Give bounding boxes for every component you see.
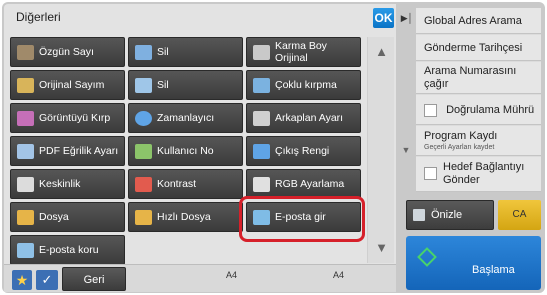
function-label: Kontrast (157, 178, 197, 190)
function-scrollbar[interactable]: ▲ ▼ (367, 37, 394, 263)
start-diamond-icon (417, 247, 437, 267)
function-quick-file-button[interactable]: Hızlı Dosya (128, 202, 243, 232)
function-label: Kullanıcı No (157, 145, 214, 157)
function-rgb-adjust-button[interactable]: RGB Ayarlama (246, 169, 361, 199)
start-label: Başlama (472, 264, 515, 276)
right-scroll-down-icon[interactable]: ▼ (398, 140, 414, 160)
user-number-icon (135, 143, 152, 159)
original-scan-icon (17, 77, 34, 93)
pdf-skew-icon (17, 143, 34, 159)
output-color-icon (253, 143, 270, 159)
paper-size-right: A4 (333, 270, 345, 280)
original-count-icon (17, 44, 34, 60)
function-contrast-button[interactable]: Kontrast (128, 169, 243, 199)
function-image-crop-button[interactable]: Görüntüyü Kırp (10, 103, 125, 133)
paper-status-area (179, 264, 379, 293)
background-icon (253, 110, 270, 126)
function-label: Sil (157, 46, 169, 58)
action-label: Arama Numarasını çağır (424, 65, 517, 90)
timer-icon (135, 110, 152, 126)
function-output-color-button[interactable]: Çıkış Rengi (246, 136, 361, 166)
image-crop-icon (17, 110, 34, 126)
checkmark-icon[interactable]: ✓ (36, 270, 58, 290)
device-screen: Diğerleri OK Özgün Sayı Sil Karma Boy Or… (2, 2, 545, 293)
folder-icon (17, 209, 34, 225)
function-label: Keskinlik (39, 178, 81, 190)
action-label: Global Adres Arama (424, 15, 522, 27)
function-folder-button[interactable]: Dosya (10, 202, 125, 232)
function-sharpness-button[interactable]: Keskinlik (10, 169, 125, 199)
function-mixed-size-button[interactable]: Karma Boy Orijinal (246, 37, 361, 67)
action-sublabel: Geçerli Ayarları kaydet (424, 144, 495, 151)
function-label: Çoklu kırpma (275, 79, 337, 91)
function-label: Hızlı Dosya (157, 211, 211, 223)
function-erase-button[interactable]: Sil (128, 37, 243, 67)
erase-icon (135, 44, 152, 60)
ok-button[interactable]: OK (373, 8, 394, 28)
function-label: Arkaplan Ayarı (275, 112, 344, 124)
erase-doc-icon (135, 77, 152, 93)
function-background-button[interactable]: Arkaplan Ayarı (246, 103, 361, 133)
highlight-frame (239, 196, 365, 242)
action-call-search-number[interactable]: Arama Numarasını çağır (416, 62, 541, 94)
function-timer-button[interactable]: Zamanlayıcı (128, 103, 243, 133)
verification-stamp-checkbox[interactable] (424, 103, 437, 117)
back-button[interactable]: Geri (62, 267, 126, 291)
preview-label: Önizle (431, 209, 463, 221)
star-icon[interactable]: ★ (12, 270, 32, 290)
function-original-count-button[interactable]: Özgün Sayı (10, 37, 125, 67)
function-pdf-skew-button[interactable]: PDF Eğrilik Ayarı (10, 136, 125, 166)
action-global-address-search[interactable]: Global Adres Arama (416, 8, 541, 34)
function-label: RGB Ayarlama (275, 178, 345, 190)
function-label: Orijinal Sayım (39, 79, 105, 91)
action-label: Doğrulama Mührü (446, 104, 535, 116)
quick-file-icon (135, 209, 152, 225)
function-multi-crop-button[interactable]: Çoklu kırpma (246, 70, 361, 100)
action-send-history[interactable]: Gönderme Tarihçesi (416, 35, 541, 61)
action-verification-stamp[interactable]: Doğrulama Mührü (416, 95, 541, 125)
function-label: PDF Eğrilik Ayarı (39, 145, 119, 157)
scroll-up-icon[interactable]: ▲ (368, 37, 395, 67)
contrast-icon (135, 176, 152, 192)
email-protect-icon (17, 242, 34, 258)
action-program-save[interactable]: Program Kaydı Geçerli Ayarları kaydet (416, 126, 541, 156)
sharpness-icon (17, 176, 34, 192)
multi-crop-icon (253, 77, 270, 93)
function-label: Dosya (39, 211, 69, 223)
scroll-down-icon[interactable]: ▼ (368, 233, 395, 263)
function-original-scan-button[interactable]: Orijinal Sayım (10, 70, 125, 100)
action-list: Global Adres Arama Gönderme Tarihçesi Ar… (416, 8, 541, 192)
target-link-checkbox[interactable] (424, 167, 437, 180)
collapse-arrow-icon[interactable]: ▶│ (398, 8, 416, 28)
panel-title: Diğerleri (16, 10, 61, 24)
function-user-number-button[interactable]: Kullanıcı No (128, 136, 243, 166)
paper-size-left: A4 (226, 270, 238, 280)
function-erase-doc-button[interactable]: Sil (128, 70, 243, 100)
rgb-adjust-icon (253, 176, 270, 192)
function-label: Sil (157, 79, 169, 91)
function-label: Çıkış Rengi (275, 145, 330, 157)
function-label: Karma Boy Orijinal (275, 40, 327, 64)
action-label: Program Kaydı (424, 130, 498, 142)
others-panel: Diğerleri OK Özgün Sayı Sil Karma Boy Or… (4, 4, 396, 292)
right-panel: ▶│ Global Adres Arama Gönderme Tarihçesi… (398, 4, 543, 292)
function-label: E-posta koru (39, 244, 99, 256)
clear-all-button[interactable]: CA (498, 200, 541, 230)
start-button[interactable]: Başlama (406, 236, 541, 290)
action-send-target-link[interactable]: Hedef Bağlantıyı Gönder (416, 157, 541, 192)
mixed-size-icon (253, 44, 270, 60)
action-label: Hedef Bağlantıyı Gönder (443, 161, 525, 186)
function-label: Özgün Sayı (39, 46, 94, 58)
preview-button[interactable]: Önizle (406, 200, 494, 230)
action-label: Gönderme Tarihçesi (424, 42, 523, 54)
function-email-protect-button[interactable]: E-posta koru (10, 235, 125, 265)
function-label: Zamanlayıcı (157, 112, 215, 124)
preview-icon (413, 209, 425, 221)
function-label: Görüntüyü Kırp (39, 112, 111, 124)
